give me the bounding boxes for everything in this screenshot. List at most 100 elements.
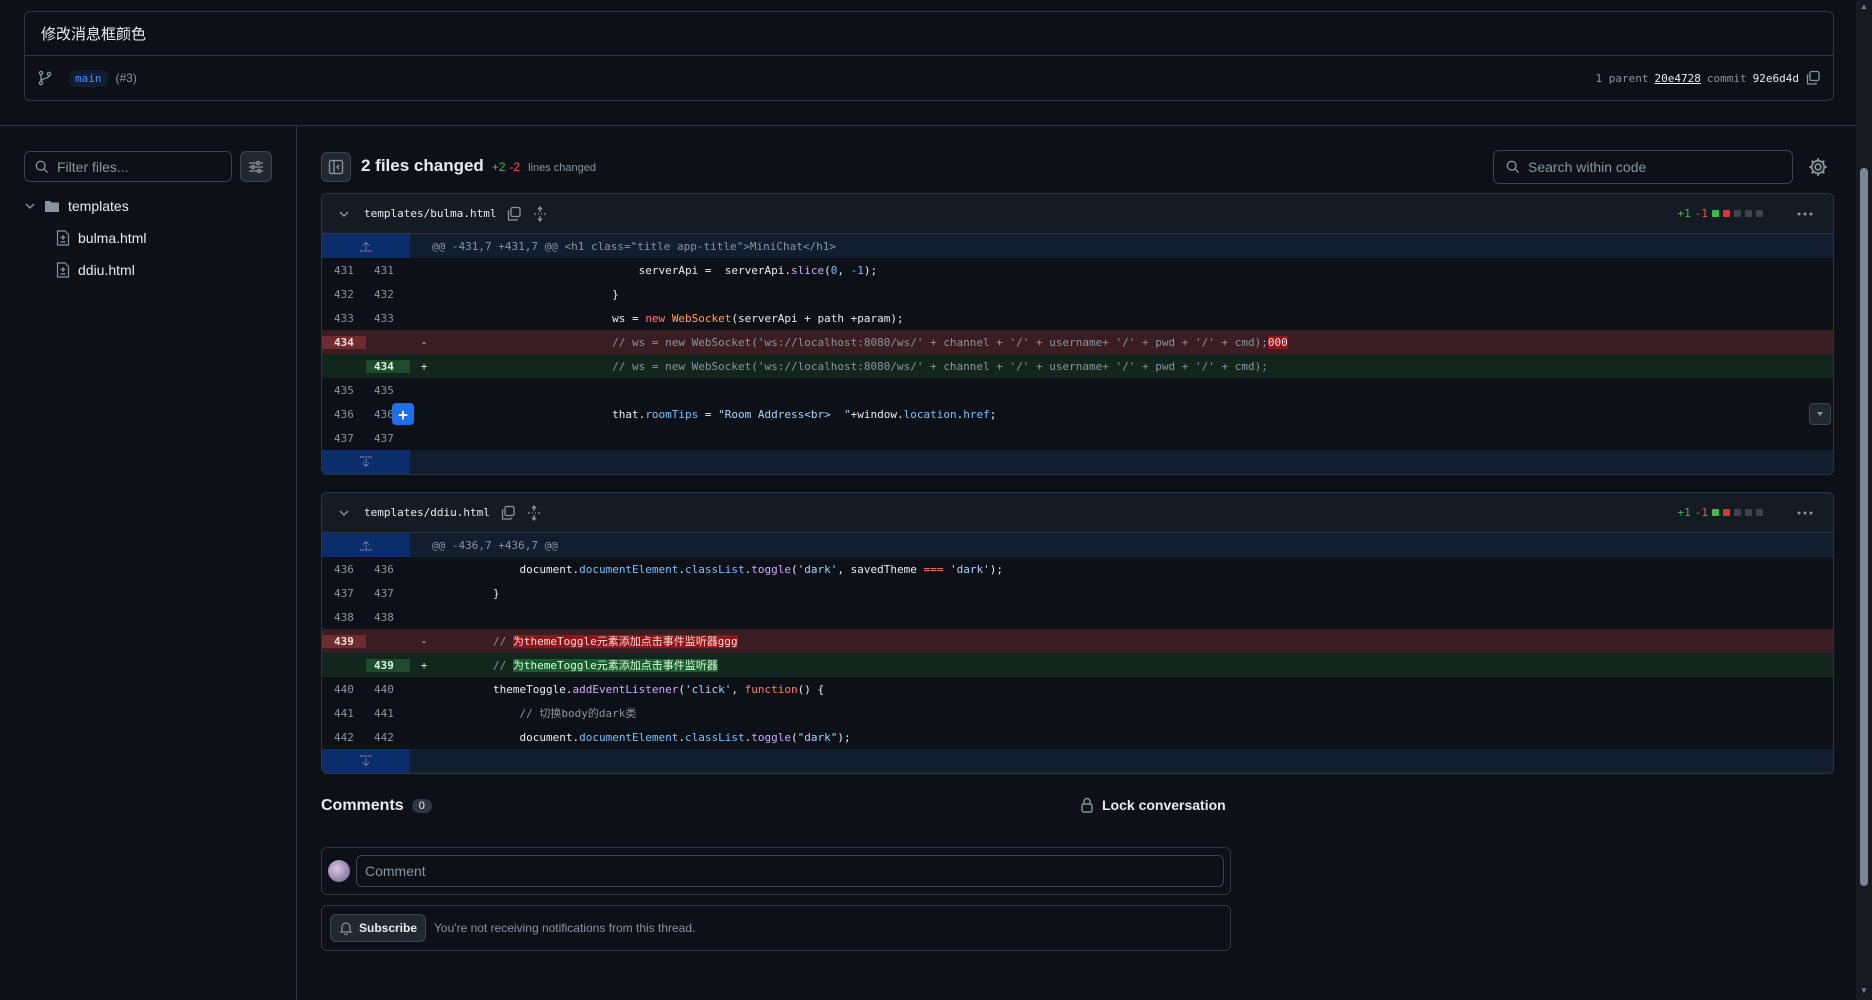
file-diff-icon <box>56 230 70 246</box>
diff-line: 438 438 <box>334 610 394 624</box>
file-diff-icon <box>56 262 70 278</box>
file-name[interactable]: templates/bulma.html <box>364 207 496 220</box>
fold-down-icon <box>360 456 372 468</box>
sidebar-collapse-icon <box>328 159 344 175</box>
file-additions: +1 <box>1677 207 1691 220</box>
scrollbar-thumb[interactable] <box>1860 168 1868 886</box>
line-menu-button[interactable] <box>1809 403 1831 425</box>
scroll-up-arrow[interactable]: ▲ <box>1860 2 1868 11</box>
add-line-comment-button[interactable]: + <box>392 403 414 425</box>
commit-sha-info: 1 parent 20e4728 commit 92e6d4d <box>1596 70 1821 86</box>
diff-line-deleted: 434- // ws = new WebSocket('ws://localho… <box>322 330 1833 354</box>
fold-up-icon <box>360 540 372 551</box>
commit-meta: main (#3) 1 parent 20e4728 commit 92e6d4… <box>25 56 1833 100</box>
header-divider <box>0 125 1856 126</box>
triangle-down-icon <box>1817 412 1823 416</box>
diff-line: 431 431 serverApi = serverApi.slice(0, -1… <box>334 263 878 277</box>
expand-all-icon[interactable] <box>532 205 548 222</box>
hunk-header: @@ -431,7 +431,7 @@ <h1 class="title app… <box>322 234 1833 258</box>
file-diff-bulma: templates/bulma.html +1 -1 @@ -431,7 +43… <box>321 193 1834 475</box>
expand-row <box>322 749 1833 773</box>
diff-line: 440 440 themeToggle.addEventListener('cli… <box>334 682 825 696</box>
lock-icon <box>1081 797 1093 813</box>
more-options-button[interactable] <box>1787 503 1823 523</box>
file-deletions: -1 <box>1694 207 1708 220</box>
tree-folder-templates[interactable]: templates <box>24 196 129 216</box>
expand-all-icon[interactable] <box>526 504 542 521</box>
kebab-horizontal-icon <box>1797 212 1813 215</box>
diff-line: 432 432 } <box>334 287 619 301</box>
chevron-down-icon[interactable] <box>338 507 350 519</box>
branch-link[interactable]: main <box>69 69 108 87</box>
subscribe-panel: Subscribe You're not receiving notificat… <box>321 905 1231 951</box>
diff-line: 436 436 document.documentElement.classLis… <box>334 562 1003 576</box>
copy-icon[interactable] <box>1805 70 1821 86</box>
lock-label: Lock conversation <box>1102 797 1226 813</box>
diff-line: 441 441 // 切换body的dark类 <box>334 706 637 721</box>
hunk-text: @@ -431,7 +431,7 @@ <h1 class="title app… <box>432 239 836 253</box>
expand-down-button[interactable] <box>322 450 410 474</box>
comments-count-badge: 0 <box>411 799 432 813</box>
diff-table: @@ -436,7 +436,7 @@ 436 436 document.docu… <box>322 533 1833 773</box>
commit-label: commit <box>1706 71 1747 85</box>
file-deletions: -1 <box>1694 506 1708 519</box>
parent-sha-link[interactable]: 20e4728 <box>1655 72 1701 85</box>
page-scrollbar[interactable]: ▲ ▼ <box>1856 0 1872 1000</box>
folder-label: templates <box>68 198 129 214</box>
file-header: templates/bulma.html +1 -1 <box>322 194 1833 234</box>
bell-icon <box>339 922 353 935</box>
lock-conversation-button[interactable]: Lock conversation <box>1080 797 1226 813</box>
more-options-button[interactable] <box>1787 204 1823 224</box>
kebab-horizontal-icon <box>1797 511 1813 514</box>
tree-file-bulma[interactable]: bulma.html <box>56 228 146 248</box>
diff-line: 437 437 <box>334 431 394 445</box>
subscribe-button[interactable]: Subscribe <box>330 914 427 942</box>
diff-line-deleted: 439- // 为themeToggle元素添加点击事件监听器ggg <box>322 629 1833 653</box>
sliders-icon <box>249 160 263 173</box>
chevron-down-icon[interactable] <box>338 208 350 220</box>
filter-options-button[interactable] <box>240 151 272 182</box>
expand-up-button[interactable] <box>322 234 410 258</box>
diff-line: 437 437 } <box>334 586 500 600</box>
diff-line-added: 434 + // ws = new WebSocket('ws://localho… <box>322 354 1833 378</box>
copy-icon[interactable] <box>500 505 516 521</box>
copy-icon[interactable] <box>506 206 522 222</box>
gear-icon[interactable] <box>1808 157 1828 177</box>
hunk-header: @@ -436,7 +436,7 @@ <box>322 533 1833 557</box>
lines-changed-label: lines changed <box>528 162 596 174</box>
avatar <box>328 860 350 882</box>
diff-line: 436 436 + that.roomTips = "Room Address<b… <box>322 402 1833 426</box>
file-additions: +1 <box>1677 506 1691 519</box>
files-changed-count: 2 files changed <box>361 156 484 175</box>
fold-up-icon <box>360 241 372 252</box>
filter-placeholder: Filter files... <box>57 158 129 175</box>
file-header: templates/ddiu.html +1 -1 <box>322 493 1833 533</box>
scroll-down-arrow[interactable]: ▼ <box>1860 986 1868 995</box>
comment-input[interactable]: Comment <box>356 855 1224 887</box>
file-name[interactable]: templates/ddiu.html <box>364 506 490 519</box>
comment-composer: Comment <box>321 847 1231 895</box>
expand-down-button[interactable] <box>322 749 410 773</box>
search-within-code-input[interactable]: Search within code <box>1493 150 1793 184</box>
hunk-text: @@ -436,7 +436,7 @@ <box>432 538 558 552</box>
file-diff-ddiu: templates/ddiu.html +1 -1 @@ -436,7 +436… <box>321 492 1834 774</box>
expand-up-button[interactable] <box>322 533 410 557</box>
file-label: bulma.html <box>78 230 147 246</box>
toggle-file-tree-button[interactable] <box>321 152 351 182</box>
file-diff-stats: +1 -1 <box>1677 207 1763 220</box>
commit-sha: 92e6d4d <box>1752 71 1799 85</box>
search-icon <box>35 160 49 173</box>
git-branch-icon <box>38 70 52 86</box>
pr-link[interactable]: (#3) <box>116 71 137 85</box>
tree-file-ddiu[interactable]: ddiu.html <box>56 260 135 280</box>
chevron-down-icon <box>25 203 35 209</box>
diff-line: 442 442 document.documentElement.classLis… <box>334 730 851 744</box>
folder-icon <box>45 201 59 212</box>
file-diff-stats: +1 -1 <box>1677 506 1763 519</box>
search-placeholder: Search within code <box>1528 159 1647 175</box>
diff-line: 435 435 <box>334 383 394 397</box>
sidebar-divider <box>296 126 297 1000</box>
comments-title: Comments <box>321 797 404 814</box>
diff-summary: 2 files changed +2 -2 lines changed <box>361 156 596 176</box>
filter-files-input[interactable]: Filter files... <box>24 151 232 182</box>
